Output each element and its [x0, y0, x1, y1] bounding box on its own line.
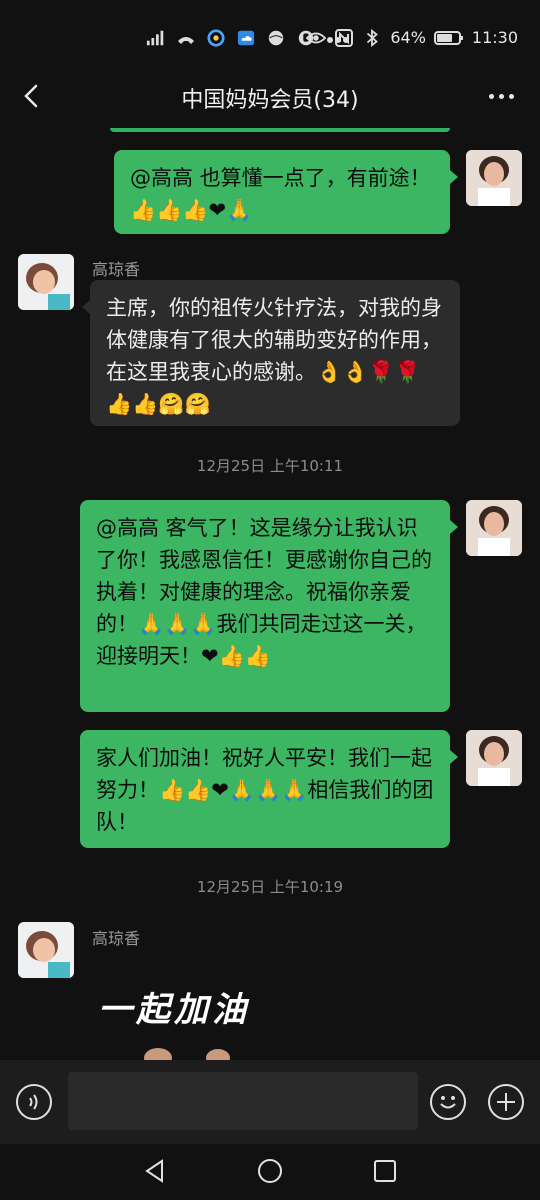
- more-functions-button[interactable]: [488, 1084, 524, 1120]
- nav-back-icon[interactable]: [142, 1158, 168, 1184]
- sender-name: 高琼香: [92, 260, 141, 279]
- message-input-bar: [0, 1060, 540, 1144]
- message-text: @高高 也算懂一点了，有前途！👍👍👍❤🙏: [130, 166, 431, 222]
- battery-icon: [433, 30, 463, 45]
- previous-message-edge: [110, 128, 450, 132]
- sticker-text: 一起加油: [98, 990, 250, 1030]
- status-bar: 64% 11:30: [0, 0, 540, 70]
- timestamp: 12月25日 上午10:11: [196, 457, 344, 475]
- message-text: @高高 客气了！这是缘分让我认识了你！我感恩信任！更感谢你自己的执着！对健康的理…: [96, 516, 432, 668]
- message-text: 主席，你的祖传火针疗法，对我的身体健康有了很大的辅助变好的作用，在这里我衷心的感…: [106, 296, 442, 416]
- voice-input-button[interactable]: [16, 1084, 52, 1120]
- message-bubble-other[interactable]: 主席，你的祖传火针疗法，对我的身体健康有了很大的辅助变好的作用，在这里我衷心的感…: [82, 280, 460, 426]
- cloud-icon: [237, 30, 255, 45]
- sender-name: 高琼香: [92, 929, 141, 948]
- voice-icon: [29, 1094, 38, 1110]
- timestamp: 12月25日 上午10:19: [196, 878, 344, 896]
- avatar-self[interactable]: [466, 500, 522, 556]
- nav-recents-icon[interactable]: [372, 1158, 398, 1184]
- clock: 11:30: [471, 28, 518, 47]
- status-icons-right: 64% 11:30: [306, 28, 518, 47]
- bluetooth-icon: [367, 28, 379, 47]
- battery-percent: 64%: [390, 28, 426, 47]
- avatar-self[interactable]: [466, 150, 522, 206]
- signal-icon: [146, 30, 164, 45]
- avatar-self[interactable]: [466, 730, 522, 786]
- message-input[interactable]: [68, 1072, 418, 1130]
- sticker-message[interactable]: 一起加油: [98, 982, 298, 1068]
- message-bubble-self[interactable]: @高高 客气了！这是缘分让我认识了你！我感恩信任！更感谢你自己的执着！对健康的理…: [80, 500, 458, 712]
- message-bubble-self[interactable]: 家人们加油！祝好人平安！我们一起努力！👍👍❤🙏🙏🙏相信我们的团队！: [80, 730, 458, 848]
- system-nav-bar: [0, 1144, 540, 1200]
- missed-call-icon: [178, 36, 194, 44]
- eye-icon: [306, 32, 327, 43]
- plus-icon: [497, 1093, 515, 1111]
- avatar-other[interactable]: [18, 254, 74, 310]
- avatar-other[interactable]: [18, 922, 74, 978]
- app-icon: [207, 28, 225, 47]
- chat-title: 中国妈妈会员(34): [181, 88, 359, 113]
- nfc-icon: [335, 28, 354, 47]
- nav-home-icon[interactable]: [257, 1158, 283, 1184]
- emoji-button[interactable]: [430, 1084, 466, 1120]
- message-bubble-self[interactable]: @高高 也算懂一点了，有前途！👍👍👍❤🙏: [114, 150, 458, 234]
- message-text: 家人们加油！祝好人平安！我们一起努力！👍👍❤🙏🙏🙏相信我们的团队！: [96, 746, 434, 834]
- smiley-icon: [440, 1096, 456, 1109]
- more-options-icon[interactable]: [489, 84, 514, 108]
- chat-header: 中国妈妈会员(34): [0, 70, 540, 126]
- ball-icon: [268, 30, 284, 45]
